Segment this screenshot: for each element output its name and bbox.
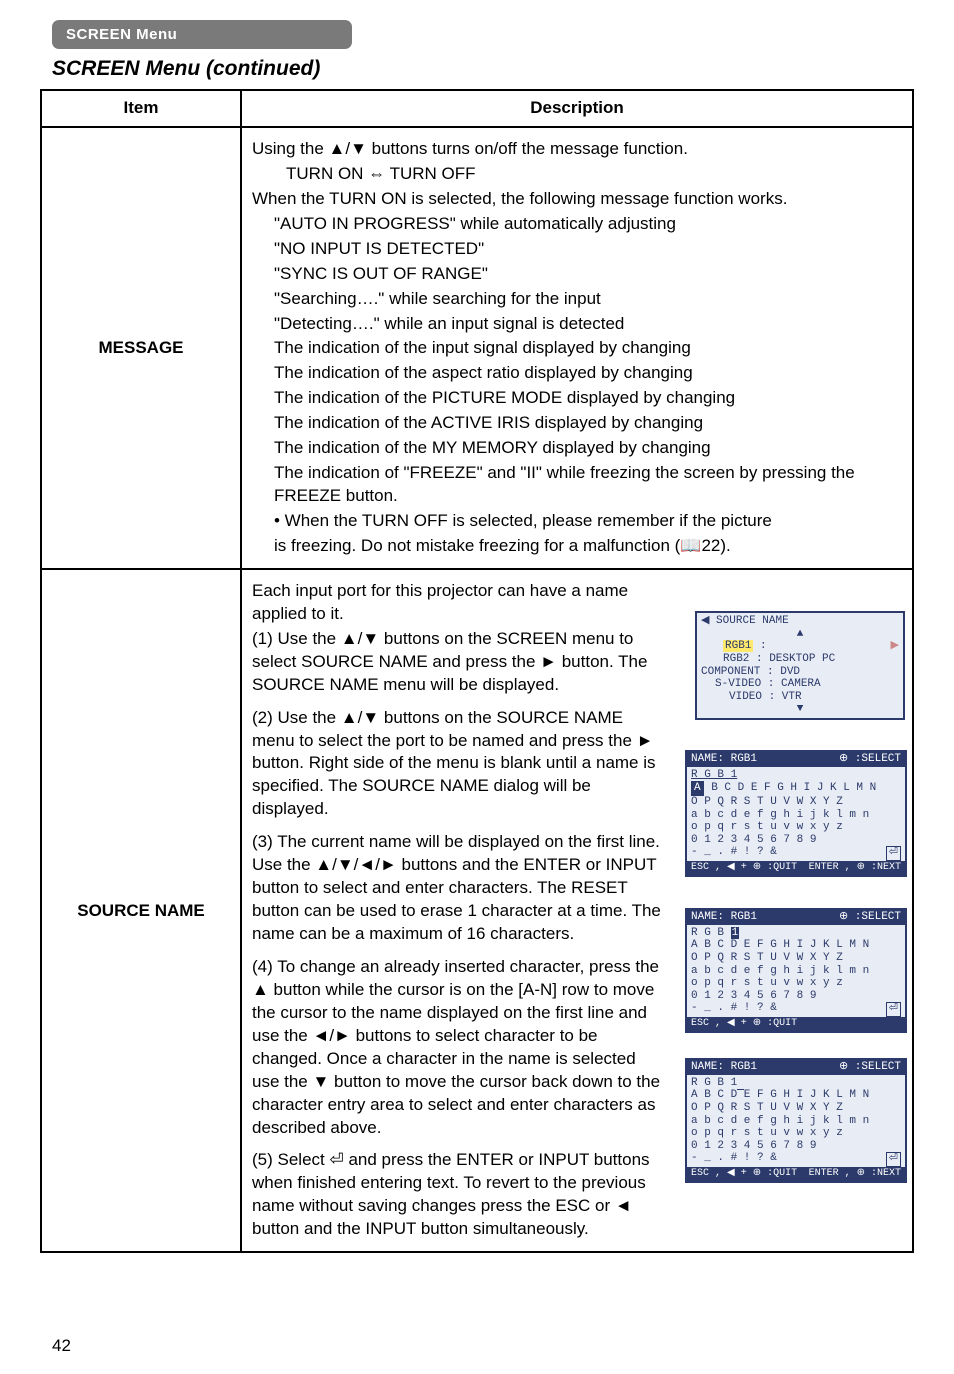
osd-item-rgb1: RGB1 <box>723 640 753 652</box>
t: (4) To change an already inserted charac… <box>252 956 662 1140</box>
t: : <box>760 640 767 652</box>
osd-title: ◀ SOURCE NAME <box>701 615 899 628</box>
enter-icon: ⏎ <box>886 1152 901 1167</box>
t: The indication of the ACTIVE IRIS displa… <box>252 412 902 435</box>
page-number: 42 <box>52 1336 71 1356</box>
osd-row: - _ . # ! ? & ⏎ <box>691 846 901 859</box>
arrow-up-icon <box>797 628 804 640</box>
t: "SYNC IS OUT OF RANGE" <box>252 263 902 286</box>
osd-row: - _ . # ! ? & ⏎ <box>691 1002 901 1015</box>
osd-row: 0 1 2 3 4 5 6 7 8 9 <box>691 1140 901 1153</box>
t: Using the ▲/▼ buttons turns on/off the m… <box>252 138 902 161</box>
osd-row: O P Q R S T U V W X Y Z <box>691 1102 901 1115</box>
t: (1) Use the ▲/▼ buttons on the SCREEN me… <box>252 628 662 697</box>
osd-row: a b c d e f g h i j k l m n <box>691 809 901 822</box>
t: is freezing. Do not mistake freezing for… <box>252 535 902 558</box>
item-label-message: MESSAGE <box>42 128 242 568</box>
osd-item: S-VIDEO : CAMERA <box>701 678 899 691</box>
arrow-right-icon: ▶ <box>891 640 899 653</box>
osd-source-name-menu: ◀ SOURCE NAME RGB1 : ▶ RGB2 : DESKTOP PC… <box>695 611 905 720</box>
osd-name-entry-2: NAME: RGB1 ⊕ :SELECT R G B 1 A B C D E F… <box>685 908 907 1033</box>
t: When the TURN ON is selected, the follow… <box>252 188 902 211</box>
t: The indication of the MY MEMORY displaye… <box>252 437 902 460</box>
osd-row: o p q r s t u v w x y z <box>691 1127 901 1140</box>
t: "Detecting…." while an input signal is d… <box>252 313 902 336</box>
osd-header-name: NAME: RGB1 <box>691 1061 757 1074</box>
t: The indication of the aspect ratio displ… <box>252 362 902 385</box>
osd-item: RGB2 : DESKTOP PC <box>701 653 899 666</box>
t: TURN ON ⇔ TURN OFF <box>252 163 902 186</box>
osd-row: 0 1 2 3 4 5 6 7 8 9 <box>691 990 901 1003</box>
osd-char-highlight: A <box>691 781 704 796</box>
osd-row: A B C D E F G H I J K L M N <box>691 939 901 952</box>
t: The indication of "FREEZE" and "II" whil… <box>252 462 902 508</box>
osd-row: O P Q R S T U V W X Y Z <box>691 952 901 965</box>
t: (2) Use the ▲/▼ buttons on the SOURCE NA… <box>252 707 662 822</box>
osd-footer-right: ENTER , ⊕ :NEXT <box>809 1168 901 1180</box>
osd-row: a b c d e f g h i j k l m n <box>691 965 901 978</box>
osd-current-name: R G B 1 <box>691 769 901 782</box>
osd-current-name: R G B 1 <box>691 1077 901 1090</box>
t: The indication of the PICTURE MODE displ… <box>252 387 902 410</box>
col-desc: Description <box>242 91 912 126</box>
table-header-row: Item Description <box>42 91 912 128</box>
osd-row: 0 1 2 3 4 5 6 7 8 9 <box>691 834 901 847</box>
osd-row: O P Q R S T U V W X Y Z <box>691 796 901 809</box>
desc-message: Using the ▲/▼ buttons turns on/off the m… <box>242 128 912 568</box>
page-title: SCREEN Menu (continued) <box>52 57 954 81</box>
t: "AUTO IN PROGRESS" while automatically a… <box>252 213 902 236</box>
osd-header-select: ⊕ :SELECT <box>839 1061 901 1074</box>
t: "Searching…." while searching for the in… <box>252 288 902 311</box>
osd-header-name: NAME: RGB1 <box>691 911 757 924</box>
osd-row: AA B C D E F G H I J K L M N B C D E F G… <box>691 781 901 796</box>
t: "NO INPUT IS DETECTED" <box>252 238 902 261</box>
osd-row: o p q r s t u v w x y z <box>691 821 901 834</box>
osd-footer-left: ESC , ◀ + ⊕ :QUIT <box>691 1168 797 1180</box>
osd-header-name: NAME: RGB1 <box>691 753 757 766</box>
t: • When the TURN OFF is selected, please … <box>252 510 902 533</box>
osd-row: o p q r s t u v w x y z <box>691 977 901 990</box>
osd-row: A B C D E F G H I J K L M N <box>691 1089 901 1102</box>
osd-current-name: R G B 1 <box>691 927 901 940</box>
tab-screen-menu: SCREEN Menu <box>52 20 352 49</box>
osd-name-entry-1: NAME: RGB1 ⊕ :SELECT R G B 1 AA B C D E … <box>685 750 907 877</box>
osd-row: - _ . # ! ? & ⏎ <box>691 1152 901 1165</box>
osd-name-entry-3: NAME: RGB1 ⊕ :SELECT R G B 1 A B C D E F… <box>685 1058 907 1183</box>
osd-footer-left: ESC , ◀ + ⊕ :QUIT <box>691 862 797 874</box>
col-item: Item <box>42 91 242 126</box>
osd-footer-left: ESC , ◀ + ⊕ :QUIT <box>691 1018 797 1030</box>
t: (5) Select ⏎ and press the ENTER or INPU… <box>252 1149 662 1241</box>
t: (3) The current name will be displayed o… <box>252 831 662 946</box>
osd-item: VIDEO : VTR <box>701 691 899 704</box>
table-row-message: MESSAGE Using the ▲/▼ buttons turns on/o… <box>42 128 912 570</box>
osd-header-select: ⊕ :SELECT <box>839 753 901 766</box>
enter-icon: ⏎ <box>886 846 901 861</box>
t: The indication of the input signal displ… <box>252 337 902 360</box>
osd-row: a b c d e f g h i j k l m n <box>691 1115 901 1128</box>
item-label-source-name: SOURCE NAME <box>42 570 242 1251</box>
arrow-down-icon <box>797 703 804 715</box>
t: Each input port for this projector can h… <box>252 580 662 626</box>
enter-icon: ⏎ <box>886 1002 901 1017</box>
osd-header-select: ⊕ :SELECT <box>839 911 901 924</box>
osd-item: COMPONENT : DVD <box>701 666 899 679</box>
osd-footer-right: ENTER , ⊕ :NEXT <box>809 862 901 874</box>
